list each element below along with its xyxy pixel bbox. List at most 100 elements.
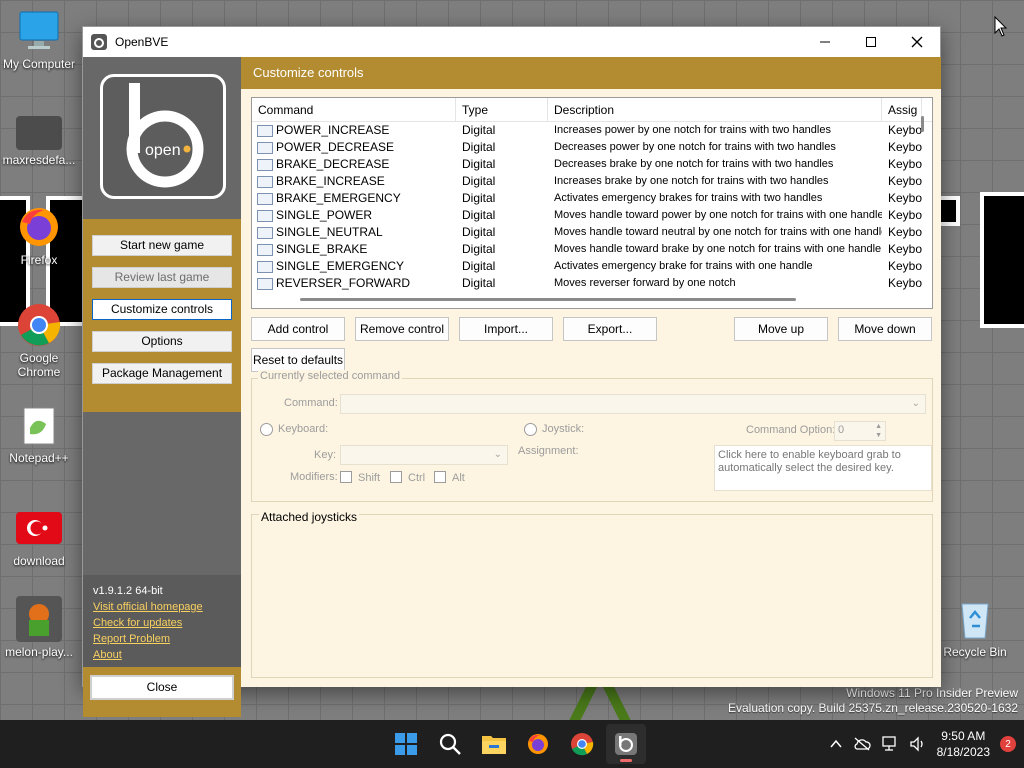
table-row[interactable]: SINGLE_POWER Digital Moves handle toward p…	[252, 207, 932, 224]
remove-control-button[interactable]: Remove control	[355, 317, 449, 341]
os-watermark: Windows 11 Pro Insider Preview Evaluatio…	[728, 686, 1018, 716]
joystick-label: Joystick:	[542, 423, 585, 435]
command-name: REVERSER_FORWARD	[276, 276, 411, 290]
minimize-icon	[820, 41, 830, 43]
cloud-offline-icon[interactable]	[853, 737, 871, 751]
chevron-down-icon: ⌄	[493, 449, 502, 460]
table-row[interactable]: BRAKE_INCREASE Digital Increases brake by …	[252, 173, 932, 190]
desktop-icon-recycle-bin[interactable]: Recycle Bin	[936, 596, 1014, 659]
desktop-icon-download[interactable]: download	[0, 506, 78, 568]
chrome-taskbar-button[interactable]	[562, 724, 602, 764]
import-button[interactable]: Import...	[459, 317, 553, 341]
table-row[interactable]: BRAKE_DECREASE Digital Decreases brake by …	[252, 156, 932, 173]
chevron-up-icon[interactable]	[829, 737, 843, 751]
table-row[interactable]: SINGLE_NEUTRAL Digital Moves handle toward…	[252, 224, 932, 241]
command-cell: BRAKE_INCREASE	[252, 173, 456, 190]
options-button[interactable]: Options	[92, 331, 232, 352]
minimize-button[interactable]	[802, 27, 848, 57]
wallpaper-shape	[980, 192, 1024, 328]
desktop-icon-notepadpp[interactable]: Notepad++	[0, 402, 78, 465]
notepadpp-icon	[16, 402, 62, 448]
desktop-icon-melon[interactable]: melon-play...	[0, 596, 78, 659]
about-link[interactable]: About	[93, 647, 231, 663]
desktop-icon-my-computer[interactable]: My Computer	[0, 8, 78, 71]
commands-list[interactable]: Command Type Description Assig POWER_INC…	[251, 97, 933, 309]
table-row[interactable]: POWER_DECREASE Digital Decreases power by …	[252, 139, 932, 156]
page-title: Customize controls	[241, 57, 941, 89]
add-control-button[interactable]: Add control	[251, 317, 345, 341]
package-management-button[interactable]: Package Management	[92, 363, 232, 384]
taskbar: 9:50 AM 8/18/2023 2	[0, 720, 1024, 768]
command-label: Command:	[284, 397, 338, 409]
start-new-game-button[interactable]: Start new game	[92, 235, 232, 256]
column-header-description[interactable]: Description	[548, 98, 882, 121]
reset-defaults-button[interactable]: Reset to defaults	[251, 348, 345, 372]
volume-icon[interactable]	[909, 736, 927, 752]
move-down-button[interactable]: Move down	[838, 317, 932, 341]
search-button[interactable]	[430, 724, 470, 764]
firefox-icon	[16, 204, 62, 250]
type-cell: Digital	[462, 242, 496, 256]
desktop-icon-chrome[interactable]: Google Chrome	[0, 302, 78, 379]
export-button[interactable]: Export...	[563, 317, 657, 341]
table-row[interactable]: POWER_INCREASE Digital Increases power by …	[252, 122, 932, 139]
game-icon	[16, 596, 62, 642]
joystick-radio[interactable]	[524, 423, 537, 436]
desktop-icon-firefox[interactable]: Firefox	[0, 204, 78, 267]
openbve-taskbar-button[interactable]	[606, 724, 646, 764]
maximize-button[interactable]	[848, 27, 894, 57]
taskbar-apps	[386, 724, 646, 764]
table-row[interactable]: REVERSER_FORWARD Digital Moves reverser fo…	[252, 275, 932, 292]
review-last-game-button[interactable]: Review last game	[92, 267, 232, 288]
description-cell: Moves handle toward power by one notch f…	[554, 209, 882, 221]
description-cell: Activates emergency brakes for trains wi…	[554, 192, 823, 204]
firefox-taskbar-button[interactable]	[518, 724, 558, 764]
report-problem-link[interactable]: Report Problem	[93, 631, 231, 647]
title-bar[interactable]: OpenBVE	[83, 27, 940, 57]
watermark-line: Evaluation copy. Build 25375.zn_release.…	[728, 701, 1018, 715]
version-label: v1.9.1.2 64-bit	[93, 585, 163, 597]
command-cell: BRAKE_DECREASE	[252, 156, 456, 173]
desktop-icon-image[interactable]: maxresdefa...	[0, 110, 78, 167]
customize-controls-button[interactable]: Customize controls	[92, 299, 232, 320]
command-name: SINGLE_BRAKE	[276, 242, 368, 256]
clock[interactable]: 9:50 AM 8/18/2023	[937, 728, 990, 760]
column-header-command[interactable]: Command	[252, 98, 456, 121]
alt-checkbox[interactable]	[434, 471, 446, 483]
table-row[interactable]: SINGLE_BRAKE Digital Moves handle toward b…	[252, 241, 932, 258]
keyboard-grab-hint[interactable]: Click here to enable keyboard grab to au…	[714, 445, 932, 491]
shift-checkbox[interactable]	[340, 471, 352, 483]
table-row[interactable]: SINGLE_EMERGENCY Digital Activates emergen…	[252, 258, 932, 275]
keyboard-radio[interactable]	[260, 423, 273, 436]
network-icon[interactable]	[881, 736, 899, 752]
vertical-scrollbar[interactable]	[921, 116, 924, 132]
command-select[interactable]: ⌄	[340, 394, 926, 414]
system-tray: 9:50 AM 8/18/2023 2	[829, 720, 1016, 768]
ctrl-checkbox[interactable]	[390, 471, 402, 483]
table-row[interactable]: BRAKE_EMERGENCY Digital Activates emergenc…	[252, 190, 932, 207]
homepage-link[interactable]: Visit official homepage	[93, 599, 231, 615]
start-button[interactable]	[386, 724, 426, 764]
close-window-button[interactable]	[894, 27, 940, 57]
folder-icon	[257, 226, 273, 239]
file-explorer-button[interactable]	[474, 724, 514, 764]
notification-badge[interactable]: 2	[1000, 736, 1016, 752]
horizontal-scrollbar[interactable]	[300, 298, 796, 301]
command-option-stepper[interactable]: 0 ▲ ▼	[834, 421, 886, 441]
command-cell: POWER_DECREASE	[252, 139, 456, 156]
move-up-button[interactable]: Move up	[734, 317, 828, 341]
command-name: SINGLE_POWER	[276, 208, 373, 222]
command-cell: BRAKE_EMERGENCY	[252, 190, 456, 207]
description-cell: Moves handle toward brake by one notch f…	[554, 243, 882, 255]
column-header-assignment[interactable]: Assig	[882, 98, 922, 121]
column-header-type[interactable]: Type	[456, 98, 548, 121]
clock-time: 9:50 AM	[941, 729, 986, 743]
joysticks-legend: Attached joysticks	[259, 510, 360, 524]
folder-icon	[257, 277, 273, 290]
key-select[interactable]: ⌄	[340, 445, 508, 465]
close-button[interactable]: Close	[90, 675, 234, 700]
assignment-cell: Keybo	[888, 174, 922, 188]
folder-icon	[257, 158, 273, 171]
check-updates-link[interactable]: Check for updates	[93, 615, 231, 631]
type-cell: Digital	[462, 259, 496, 273]
